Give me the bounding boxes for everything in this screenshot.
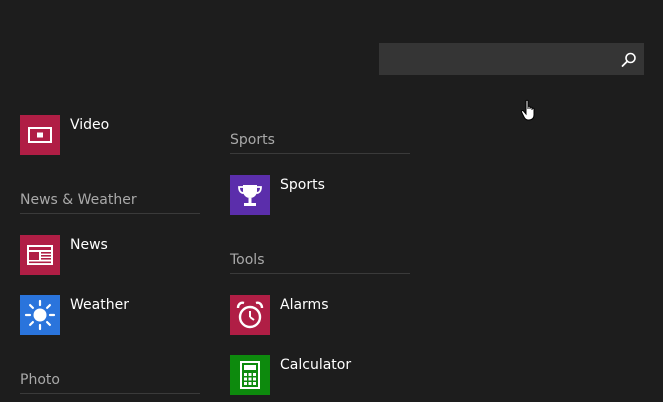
- app-tile-calculator[interactable]: Calculator: [230, 355, 410, 395]
- app-tile-sports[interactable]: Sports: [230, 175, 410, 215]
- group-header-news-weather: News & Weather: [20, 192, 137, 208]
- app-tile-news[interactable]: News: [20, 235, 200, 275]
- app-label-calculator: Calculator: [280, 357, 352, 373]
- video-icon: [20, 115, 60, 155]
- calculator-icon: [230, 355, 270, 395]
- app-label-video: Video: [70, 117, 110, 133]
- app-label-alarms: Alarms: [280, 297, 329, 313]
- group-divider: [230, 153, 410, 154]
- app-tile-alarms[interactable]: Alarms: [230, 295, 410, 335]
- group-divider: [20, 393, 200, 394]
- group-header-tools: Tools: [230, 252, 265, 268]
- newspaper-icon: [20, 235, 60, 275]
- group-header-photo: Photo: [20, 372, 60, 388]
- app-label-sports: Sports: [280, 177, 325, 193]
- app-label-news: News: [70, 237, 108, 253]
- apps-view: Video News & Weather News Weather Photo …: [0, 0, 663, 402]
- app-tile-video[interactable]: Video: [20, 115, 200, 155]
- group-header-sports: Sports: [230, 132, 275, 148]
- group-divider: [20, 213, 200, 214]
- alarm-clock-icon: [230, 295, 270, 335]
- hand-cursor-icon: [520, 99, 538, 123]
- search-box[interactable]: [379, 43, 644, 75]
- app-tile-weather[interactable]: Weather: [20, 295, 200, 335]
- search-icon[interactable]: [620, 51, 638, 69]
- group-divider: [230, 273, 410, 274]
- trophy-icon: [230, 175, 270, 215]
- app-label-weather: Weather: [70, 297, 129, 313]
- sun-icon: [20, 295, 60, 335]
